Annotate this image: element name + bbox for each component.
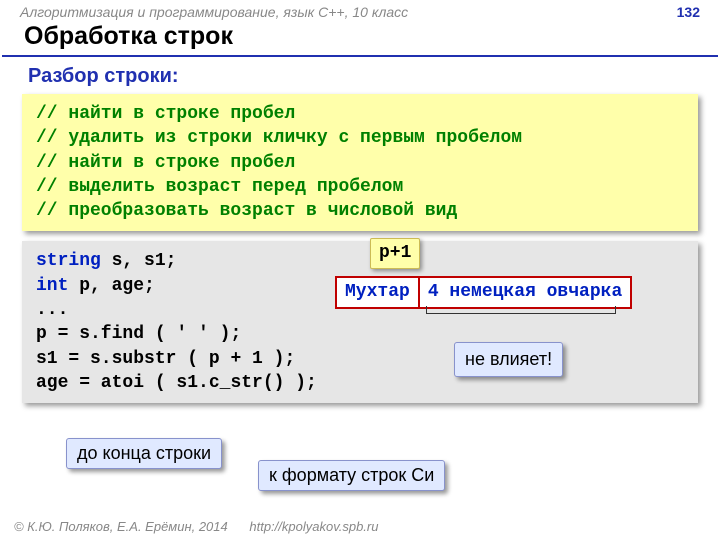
to-end-callout: до конца строки [66,438,222,469]
comment-line: // найти в строке пробел [36,151,684,175]
code-box: string s, s1; int p, age; ... p = s.find… [22,241,698,403]
string-cell-name: Мухтар [335,276,420,308]
code-line: age = atoi ( s1.c_str() ); [36,371,684,395]
header-bar: Алгоритмизация и программирование, язык … [0,0,720,20]
page-title: Обработка строк [2,20,718,57]
comment-line: // выделить возраст перед пробелом [36,175,684,199]
comments-box: // найти в строке пробел // удалить из с… [22,94,698,231]
course-label: Алгоритмизация и программирование, язык … [20,4,408,20]
copyright: © К.Ю. Поляков, Е.А. Ерёмин, 2014 [14,519,228,534]
code-line: s1 = s.substr ( p + 1 ); [36,347,684,371]
example-string: Мухтар 4 немецкая овчарка [335,276,632,308]
page-number: 132 [677,4,700,20]
no-effect-callout: не влияет! [454,342,563,376]
footer: © К.Ю. Поляков, Е.А. Ерёмин, 2014 http:/… [14,519,378,534]
footer-url: http://kpolyakov.spb.ru [249,519,378,534]
comment-line: // найти в строке пробел [36,102,684,126]
c-format-callout: к формату строк Си [258,460,445,491]
comment-line: // преобразовать возраст в числовой вид [36,199,684,223]
brace-icon [426,306,616,314]
p-plus-1-label: p+1 [370,238,420,268]
section-label: Разбор строки: [0,63,720,94]
comment-line: // удалить из строки кличку с первым про… [36,126,684,150]
code-line: string s, s1; [36,249,684,273]
code-line: p = s.find ( ' ' ); [36,322,684,346]
string-cell-rest: 4 немецкая овчарка [420,276,632,308]
